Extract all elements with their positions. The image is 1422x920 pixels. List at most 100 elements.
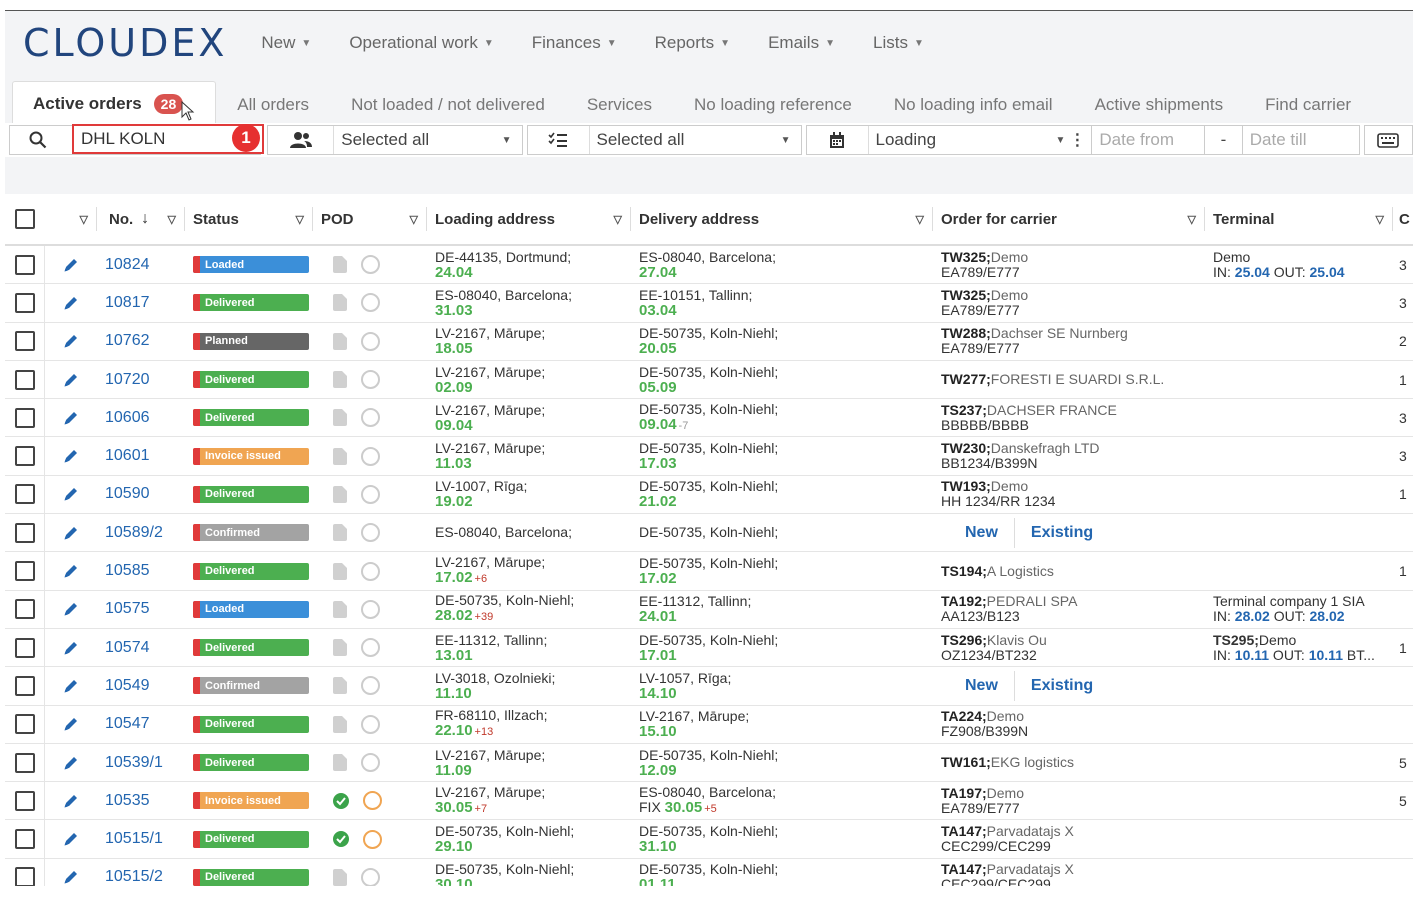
circle-icon[interactable] [361, 867, 380, 886]
order-number[interactable]: 10590 [97, 476, 185, 513]
circle-icon[interactable] [363, 829, 382, 849]
order-number[interactable]: 10535 [97, 782, 185, 819]
document-icon[interactable] [333, 600, 347, 618]
menu-item-finances[interactable]: Finances ▼ [532, 33, 617, 53]
edit-icon[interactable] [62, 562, 80, 580]
carrier-code[interactable]: TA224 [941, 708, 982, 724]
row-checkbox[interactable] [14, 446, 35, 467]
order-number[interactable]: 10575 [97, 591, 185, 628]
row-checkbox[interactable] [14, 522, 35, 543]
edit-icon[interactable] [62, 715, 80, 733]
carrier-code[interactable]: TW161 [941, 754, 986, 770]
edit-icon[interactable] [62, 294, 80, 312]
table-row[interactable]: 10515/1 Delivered DE-50735, Koln-Niehl; 29.… [5, 820, 1413, 859]
document-icon[interactable] [333, 256, 347, 274]
order-number[interactable]: 10589/2 [97, 514, 185, 551]
circle-icon[interactable] [361, 714, 380, 734]
table-row[interactable]: 10535 Invoice issued LV-2167, Mārupe; 30.05… [5, 782, 1413, 821]
table-row[interactable]: 10762 Planned LV-2167, Mārupe; 18.05 DE-5073… [5, 322, 1413, 361]
column-loading[interactable]: Loading address ▽ [427, 207, 631, 231]
order-number[interactable]: 10585 [97, 552, 185, 589]
order-number[interactable]: 10515/2 [97, 859, 185, 886]
carrier-code[interactable]: TW193 [941, 478, 986, 494]
table-row[interactable]: 10539/1 Delivered LV-2167, Mārupe; 11.09 DE-… [5, 743, 1413, 783]
row-checkbox[interactable] [14, 714, 35, 735]
more-options-icon[interactable]: ⋮ [1069, 130, 1085, 150]
date-till-field[interactable]: Date till [1242, 125, 1360, 155]
circle-icon[interactable] [361, 676, 380, 696]
document-icon[interactable] [333, 294, 347, 312]
table-row[interactable]: 10606 Delivered LV-2167, Mārupe; 09.04 DE-50… [5, 399, 1413, 438]
document-icon[interactable] [333, 524, 347, 542]
filter-icon[interactable]: ▽ [168, 213, 176, 226]
users-filter[interactable]: Selected all ▼ [267, 125, 523, 155]
menu-item-reports[interactable]: Reports ▼ [655, 33, 730, 53]
circle-icon[interactable] [363, 791, 382, 811]
filter-icon[interactable]: ▽ [296, 213, 304, 226]
order-number[interactable]: 10574 [97, 629, 185, 666]
filter-icon[interactable]: ▽ [410, 213, 418, 226]
edit-icon[interactable] [62, 524, 80, 542]
keyboard-button[interactable] [1363, 125, 1413, 155]
row-checkbox[interactable] [14, 292, 35, 313]
carrier-code[interactable]: TW230 [941, 440, 986, 456]
order-number[interactable]: 10720 [97, 361, 185, 398]
order-number[interactable]: 10762 [97, 323, 185, 360]
row-checkbox[interactable] [14, 407, 35, 428]
edit-icon[interactable] [62, 485, 80, 503]
column-last[interactable]: C [1393, 207, 1413, 231]
column-pod[interactable]: POD ▽ [313, 207, 427, 231]
carrier-code[interactable]: TA147 [941, 861, 982, 877]
circle-icon[interactable] [361, 638, 380, 658]
carrier-code[interactable]: TA197 [941, 785, 982, 801]
circle-icon[interactable] [361, 753, 380, 772]
document-icon[interactable] [333, 868, 347, 886]
circle-icon[interactable] [361, 255, 380, 275]
column-terminal[interactable]: Terminal ▽ [1205, 207, 1393, 231]
menu-item-operational-work[interactable]: Operational work ▼ [349, 33, 493, 53]
sort-down-icon[interactable]: ↓ [141, 210, 149, 228]
order-number[interactable]: 10817 [97, 284, 185, 321]
carrier-code[interactable]: TW325 [941, 287, 986, 303]
edit-icon[interactable] [62, 677, 80, 695]
carrier-code[interactable]: TS296 [941, 632, 982, 648]
existing-order-button[interactable]: Existing [1015, 524, 1109, 542]
filter-icon[interactable]: ▽ [916, 213, 924, 226]
column-status[interactable]: Status ▽ [185, 207, 313, 231]
new-order-button[interactable]: New [949, 677, 1014, 695]
row-checkbox[interactable] [14, 599, 35, 620]
table-row[interactable]: 10720 Delivered LV-2167, Mārupe; 02.09 DE-50… [5, 360, 1413, 400]
column-no[interactable]: No. ↓ ▽ [97, 207, 185, 231]
document-icon[interactable] [333, 485, 347, 503]
list-filter[interactable]: Selected all ▼ [526, 125, 802, 155]
document-icon[interactable] [333, 409, 347, 427]
tab-no-loading-reference[interactable]: No loading reference [673, 85, 873, 125]
filter-icon[interactable]: ▽ [1188, 213, 1196, 226]
tab-not-loaded-not-delivered[interactable]: Not loaded / not delivered [330, 85, 566, 125]
tab-active-shipments[interactable]: Active shipments [1074, 85, 1245, 125]
edit-icon[interactable] [62, 332, 80, 350]
carrier-code[interactable]: TW277 [941, 371, 986, 387]
order-number[interactable]: 10824 [97, 246, 185, 283]
circle-icon[interactable] [361, 446, 380, 466]
circle-icon[interactable] [361, 599, 380, 619]
edit-icon[interactable] [62, 371, 80, 389]
carrier-code[interactable]: TS194 [941, 563, 982, 579]
date-from-field[interactable]: Date from [1092, 125, 1206, 155]
order-number[interactable]: 10539/1 [97, 744, 185, 781]
table-row[interactable]: 10601 Invoice issued LV-2167, Mārupe; 11.03… [5, 437, 1413, 476]
carrier-code[interactable]: TA147 [941, 823, 982, 839]
carrier-code[interactable]: TW325 [941, 249, 986, 265]
circle-icon[interactable] [361, 561, 380, 581]
table-row[interactable]: 10817 Delivered ES-08040, Barcelona; 31.03 E… [5, 284, 1413, 323]
table-row[interactable]: 10547 Delivered FR-68110, Illzach; 22.10 +13… [5, 705, 1413, 744]
edit-icon[interactable] [62, 409, 80, 427]
date-type-filter[interactable]: Loading ▼ ⋮ [805, 125, 1093, 155]
tab-all-orders[interactable]: All orders [216, 85, 330, 125]
order-number[interactable]: 10601 [97, 437, 185, 474]
order-number[interactable]: 10547 [97, 706, 185, 743]
table-row[interactable]: 10590 Delivered LV-1007, Rīga; 19.02 DE-5073… [5, 475, 1413, 515]
row-checkbox[interactable] [14, 790, 35, 811]
new-order-button[interactable]: New [949, 524, 1014, 542]
check-circle-icon[interactable] [333, 831, 349, 848]
